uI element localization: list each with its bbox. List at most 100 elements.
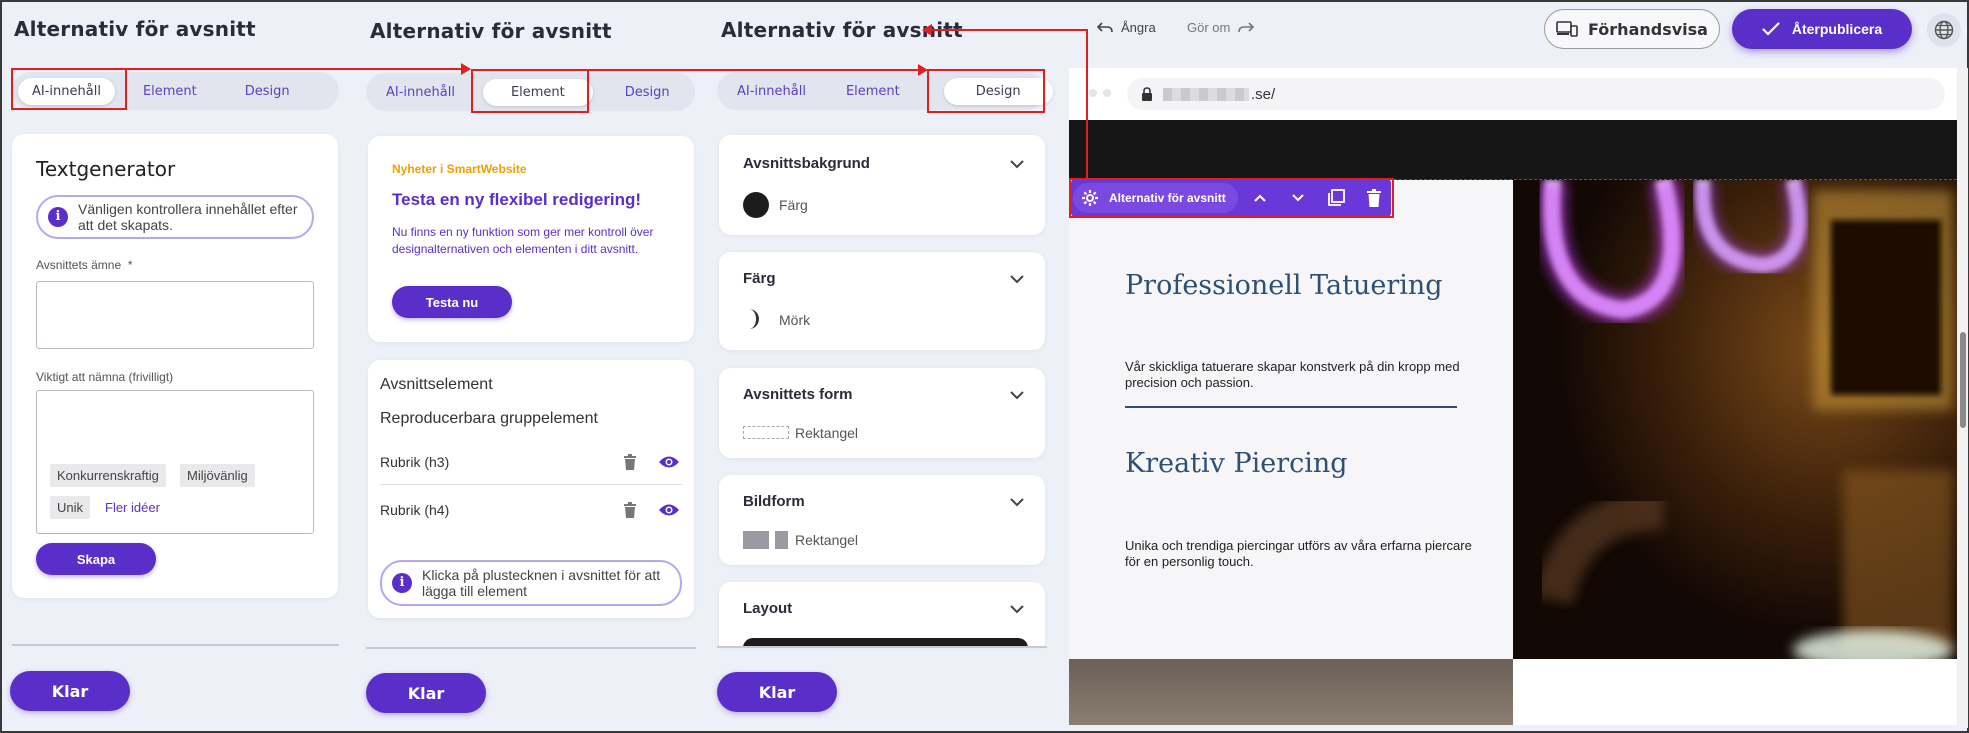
panel1-tabs: AI-innehåll Element Design bbox=[12, 72, 339, 110]
chevron-down-icon[interactable] bbox=[1290, 190, 1306, 206]
repeatable-heading: Reproducerbara gruppelement bbox=[380, 410, 598, 427]
chevron-down-icon[interactable] bbox=[1008, 270, 1026, 288]
undo-button[interactable]: Ångra bbox=[1097, 20, 1156, 35]
chevron-down-icon[interactable] bbox=[1008, 386, 1026, 404]
neon-photo bbox=[1513, 180, 1957, 659]
more-ideas-link[interactable]: Fler idéer bbox=[105, 500, 160, 515]
scrollbar-thumb[interactable] bbox=[1960, 332, 1966, 428]
heading-tattoo: Professionell Tatuering bbox=[1125, 270, 1443, 301]
news-card: Nyheter i SmartWebsite Testa en ny flexi… bbox=[368, 136, 694, 342]
redo-label: Gör om bbox=[1187, 20, 1231, 35]
panel2-divider bbox=[366, 647, 696, 649]
accordion-image-shape[interactable]: Bildform Rektangel bbox=[719, 475, 1045, 565]
layout-preview bbox=[743, 638, 1028, 646]
chevron-up-icon[interactable] bbox=[1252, 190, 1268, 206]
try-now-button[interactable]: Testa nu bbox=[392, 286, 512, 318]
rectangle-shape-icon bbox=[743, 426, 789, 439]
panel2-title: Alternativ för avsnitt bbox=[370, 19, 612, 43]
text-tattoo: Vår skickliga tatuerare skapar konstverk… bbox=[1125, 359, 1460, 390]
chevron-down-icon[interactable] bbox=[1008, 493, 1026, 511]
accordion-title: Färg bbox=[743, 270, 776, 287]
accordion-title: Avsnittsbakgrund bbox=[743, 155, 870, 172]
info-icon: i bbox=[48, 207, 68, 227]
topic-textarea[interactable] bbox=[36, 281, 314, 349]
accordion-layout[interactable]: Layout bbox=[719, 582, 1045, 646]
window-dot bbox=[1089, 89, 1097, 97]
lock-icon bbox=[1142, 87, 1152, 101]
browser-address-bar: .se/ bbox=[1069, 68, 1957, 120]
blurred-domain bbox=[1163, 88, 1249, 101]
accordion-value: Rektangel bbox=[795, 425, 859, 441]
tab-ai-content[interactable]: AI-innehåll bbox=[723, 78, 820, 105]
panel1-done-button[interactable]: Klar bbox=[10, 671, 130, 711]
panel3-done-button[interactable]: Klar bbox=[717, 672, 837, 712]
duplicate-icon[interactable] bbox=[1326, 188, 1346, 208]
scrollbar-track[interactable] bbox=[1958, 68, 1968, 728]
chip-eco[interactable]: Miljövänlig bbox=[180, 464, 255, 487]
heading-piercing: Kreativ Piercing bbox=[1125, 448, 1348, 479]
accordion-value: Rektangel bbox=[795, 532, 859, 548]
accordion-section-shape[interactable]: Avsnittets form Rektangel bbox=[719, 368, 1045, 458]
url-field[interactable]: .se/ bbox=[1127, 78, 1945, 110]
chevron-down-icon[interactable] bbox=[1008, 155, 1026, 173]
image-shape-icon bbox=[743, 531, 769, 549]
undo-icon bbox=[1097, 21, 1113, 32]
news-body: Nu finns en ny funktion som ger mer kont… bbox=[392, 225, 654, 256]
arrow-line bbox=[127, 68, 467, 70]
undo-label: Ångra bbox=[1121, 20, 1156, 35]
republish-button[interactable]: Återpublicera bbox=[1732, 9, 1912, 49]
field1-label: Avsnittets ämne * bbox=[36, 258, 133, 272]
preview-label: Förhandsvisa bbox=[1588, 19, 1708, 39]
tab-design[interactable]: Design bbox=[943, 77, 1053, 105]
accordion-title: Layout bbox=[743, 600, 793, 617]
tab-element[interactable]: Element bbox=[832, 78, 914, 105]
section-options-button[interactable]: Alternativ för avsnitt bbox=[1073, 183, 1238, 213]
panel3-tabs: AI-innehåll Element Design bbox=[717, 72, 1053, 110]
info-icon: i bbox=[392, 573, 412, 593]
redo-button[interactable]: Gör om bbox=[1187, 20, 1255, 35]
accordion-title: Bildform bbox=[743, 493, 805, 510]
textgenerator-heading: Textgenerator bbox=[36, 157, 176, 181]
tab-element[interactable]: Element bbox=[482, 78, 593, 106]
accordion-section-background[interactable]: Avsnittsbakgrund Färg bbox=[719, 135, 1045, 235]
tab-element[interactable]: Element bbox=[129, 78, 211, 105]
section-elements-card: Avsnittselement Reproducerbara gruppelem… bbox=[368, 360, 694, 618]
gear-icon bbox=[1082, 190, 1098, 206]
eye-icon[interactable] bbox=[656, 451, 682, 473]
redo-icon bbox=[1238, 21, 1255, 32]
republish-label: Återpublicera bbox=[1791, 21, 1883, 37]
eye-icon[interactable] bbox=[656, 499, 682, 521]
create-button[interactable]: Skapa bbox=[36, 543, 156, 575]
trash-icon[interactable] bbox=[619, 499, 641, 521]
chip-unique[interactable]: Unik bbox=[50, 496, 91, 519]
chip-competitive[interactable]: Konkurrenskraftig bbox=[50, 464, 166, 487]
tab-design[interactable]: Design bbox=[611, 79, 684, 106]
device-icon bbox=[1556, 21, 1578, 37]
section-elements-heading: Avsnittselement bbox=[380, 376, 493, 393]
row-divider bbox=[380, 484, 682, 485]
trash-icon[interactable] bbox=[619, 451, 641, 473]
accordion-color[interactable]: Färg Mörk bbox=[719, 252, 1045, 350]
panel2-tabs: AI-innehåll Element Design bbox=[366, 73, 695, 111]
language-button[interactable] bbox=[1927, 13, 1961, 47]
tab-ai-content[interactable]: AI-innehåll bbox=[372, 79, 469, 106]
panel2-done-button[interactable]: Klar bbox=[366, 673, 486, 713]
info-notice: i Vänligen kontrollera innehållet efter … bbox=[36, 195, 314, 239]
site-preview: .se/ Professionell Tatuering Vår skickli… bbox=[1069, 68, 1957, 725]
heading-divider bbox=[1125, 406, 1457, 408]
panel1-title: Alternativ för avsnitt bbox=[14, 17, 256, 41]
row-heading-h3: Rubrik (h3) bbox=[380, 454, 450, 470]
tab-design[interactable]: Design bbox=[231, 78, 304, 105]
next-section-image bbox=[1069, 659, 1513, 725]
chevron-down-icon[interactable] bbox=[1008, 600, 1026, 618]
moon-icon bbox=[749, 309, 759, 329]
url-text: .se/ bbox=[1251, 86, 1276, 103]
arrow-head bbox=[922, 24, 932, 36]
arrow-line bbox=[589, 69, 922, 71]
tab-ai-content[interactable]: AI-innehåll bbox=[18, 77, 115, 105]
trash-icon[interactable] bbox=[1366, 189, 1382, 207]
color-swatch bbox=[743, 192, 769, 218]
preview-button[interactable]: Förhandsvisa bbox=[1544, 9, 1720, 49]
add-element-hint: i Klicka på plustecknen i avsnittet för … bbox=[380, 560, 682, 606]
arrow-head bbox=[918, 64, 928, 76]
